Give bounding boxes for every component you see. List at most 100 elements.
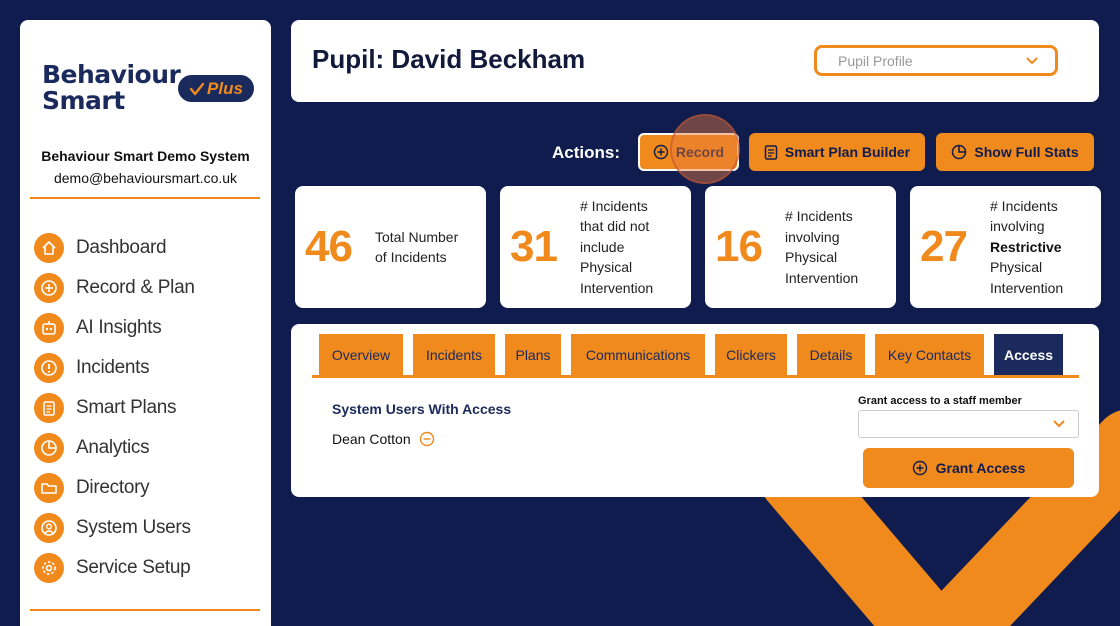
stat-description: # Incidents that did not include Physica… xyxy=(580,196,653,299)
stat-desc-line: involving xyxy=(990,218,1045,235)
brand-logo[interactable]: Behaviour Smart xyxy=(42,60,181,115)
stat-card-total-incidents: 46 Total Number of Incidents xyxy=(295,186,486,308)
smart-plan-builder-button[interactable]: Smart Plan Builder xyxy=(749,133,925,171)
staff-member-select[interactable] xyxy=(858,410,1079,438)
grant-access-label: Grant access to a staff member xyxy=(858,395,1022,407)
access-user-row: Dean Cotton xyxy=(332,431,435,447)
folder-icon xyxy=(34,473,64,503)
access-user-name: Dean Cotton xyxy=(332,431,411,447)
stat-desc-line: # Incidents xyxy=(990,197,1058,214)
stat-value: 31 xyxy=(510,222,558,271)
robot-icon xyxy=(34,313,64,343)
stat-desc-line: # Incidents xyxy=(580,197,648,214)
stat-desc-line: that did not xyxy=(580,218,650,235)
sidebar: Behaviour Smart Plus Behaviour Smart Dem… xyxy=(20,20,271,626)
tab-underline xyxy=(312,375,1079,378)
sidebar-item-smart-plans[interactable]: Smart Plans xyxy=(34,388,195,428)
org-name: Behaviour Smart Demo System xyxy=(41,148,250,164)
sidebar-item-label: Service Setup xyxy=(76,557,191,578)
access-section-title: System Users With Access xyxy=(332,401,512,417)
chevron-down-icon xyxy=(1053,420,1065,428)
plus-circle-icon xyxy=(912,460,927,476)
clipboard-icon xyxy=(34,393,64,423)
sidebar-item-ai-insights[interactable]: AI Insights xyxy=(34,308,195,348)
sidebar-item-label: Record & Plan xyxy=(76,277,195,298)
stat-value: 16 xyxy=(715,222,763,271)
stat-value: 27 xyxy=(920,222,968,271)
tab-bar: Overview Incidents Plans Communications … xyxy=(319,334,1073,375)
sidebar-item-label: Directory xyxy=(76,477,150,498)
stat-desc-line: Physical xyxy=(990,259,1043,276)
grant-access-button[interactable]: Grant Access xyxy=(863,448,1074,488)
brand-line-2: Smart xyxy=(42,86,125,115)
grant-access-button-label: Grant Access xyxy=(935,460,1026,476)
sidebar-nav: Dashboard Record & Plan AI Insights Inci… xyxy=(34,228,195,588)
pie-chart-icon xyxy=(34,433,64,463)
sidebar-item-system-users[interactable]: System Users xyxy=(34,508,195,548)
sidebar-item-label: Dashboard xyxy=(76,237,167,258)
stat-card-no-physical: 31 # Incidents that did not include Phys… xyxy=(500,186,691,308)
plus-circle-icon xyxy=(34,273,64,303)
remove-circle-icon[interactable] xyxy=(419,431,435,447)
stat-desc-line: Intervention xyxy=(785,269,859,286)
tab-details[interactable]: Details xyxy=(797,334,865,375)
record-button-label: Record xyxy=(675,144,725,160)
tab-overview[interactable]: Overview xyxy=(319,334,403,375)
stat-desc-line-bold: Restrictive xyxy=(990,238,1062,255)
user-icon xyxy=(34,513,64,543)
sidebar-divider-bottom xyxy=(30,609,260,611)
stat-desc-line: Intervention xyxy=(580,279,654,296)
tab-incidents[interactable]: Incidents xyxy=(413,334,495,375)
alert-icon xyxy=(34,353,64,383)
gear-icon xyxy=(34,553,64,583)
sidebar-item-label: Smart Plans xyxy=(76,397,177,418)
sidebar-item-label: Incidents xyxy=(76,357,150,378)
record-button[interactable]: Record xyxy=(638,133,739,171)
actions-label: Actions: xyxy=(552,143,620,162)
stat-card-physical: 16 # Incidents involving Physical Interv… xyxy=(705,186,896,308)
check-icon xyxy=(189,82,205,95)
tab-communications[interactable]: Communications xyxy=(571,334,705,375)
sidebar-item-service-setup[interactable]: Service Setup xyxy=(34,548,195,588)
stat-value: 46 xyxy=(305,222,353,271)
sidebar-item-directory[interactable]: Directory xyxy=(34,468,195,508)
sidebar-item-label: System Users xyxy=(76,517,191,538)
sidebar-item-label: AI Insights xyxy=(76,317,162,338)
show-full-stats-button[interactable]: Show Full Stats xyxy=(936,133,1094,171)
tab-key-contacts[interactable]: Key Contacts xyxy=(875,334,984,375)
page-title: Pupil: David Beckham xyxy=(312,44,586,74)
pupil-tabs-panel: Overview Incidents Plans Communications … xyxy=(291,324,1099,497)
tab-clickers[interactable]: Clickers xyxy=(715,334,787,375)
stat-card-restrictive: 27 # Incidents involving Restrictive Phy… xyxy=(910,186,1101,308)
stat-desc-line: # Incidents xyxy=(785,208,853,224)
sidebar-item-incidents[interactable]: Incidents xyxy=(34,348,195,388)
sidebar-item-label: Analytics xyxy=(76,437,150,458)
sidebar-item-dashboard[interactable]: Dashboard xyxy=(34,228,195,268)
stat-desc-line: Total Number xyxy=(375,228,459,245)
tab-plans[interactable]: Plans xyxy=(505,334,561,375)
plus-badge-label: Plus xyxy=(207,78,243,98)
org-email: demo@behavioursmart.co.uk xyxy=(53,170,238,186)
stat-description: Total Number of Incidents xyxy=(375,227,458,268)
plus-badge: Plus xyxy=(178,75,254,102)
stat-desc-line: Physical xyxy=(580,259,633,276)
profile-view-select[interactable]: Pupil Profile xyxy=(814,45,1058,76)
stat-desc-line: Physical xyxy=(785,249,838,265)
page-header: Pupil: David Beckham Pupil Profile xyxy=(291,20,1099,102)
sidebar-item-analytics[interactable]: Analytics xyxy=(34,428,195,468)
clipboard-icon xyxy=(764,145,778,160)
pie-chart-icon xyxy=(952,144,967,160)
stat-description: # Incidents involving Physical Intervent… xyxy=(785,206,858,288)
stat-desc-line: include xyxy=(580,238,625,255)
chevron-down-icon xyxy=(1026,56,1038,64)
stat-desc-line: involving xyxy=(785,228,840,245)
stat-description: # Incidents involving Restrictive Physic… xyxy=(990,196,1063,299)
brand-line-1: Behaviour xyxy=(42,60,181,89)
tab-access[interactable]: Access xyxy=(994,334,1063,375)
home-icon xyxy=(34,233,64,263)
plus-circle-icon xyxy=(653,144,669,160)
stat-desc-line: Intervention xyxy=(990,279,1064,296)
smart-plan-builder-label: Smart Plan Builder xyxy=(784,144,911,160)
sidebar-item-record-plan[interactable]: Record & Plan xyxy=(34,268,195,308)
profile-select-value: Pupil Profile xyxy=(838,52,913,69)
